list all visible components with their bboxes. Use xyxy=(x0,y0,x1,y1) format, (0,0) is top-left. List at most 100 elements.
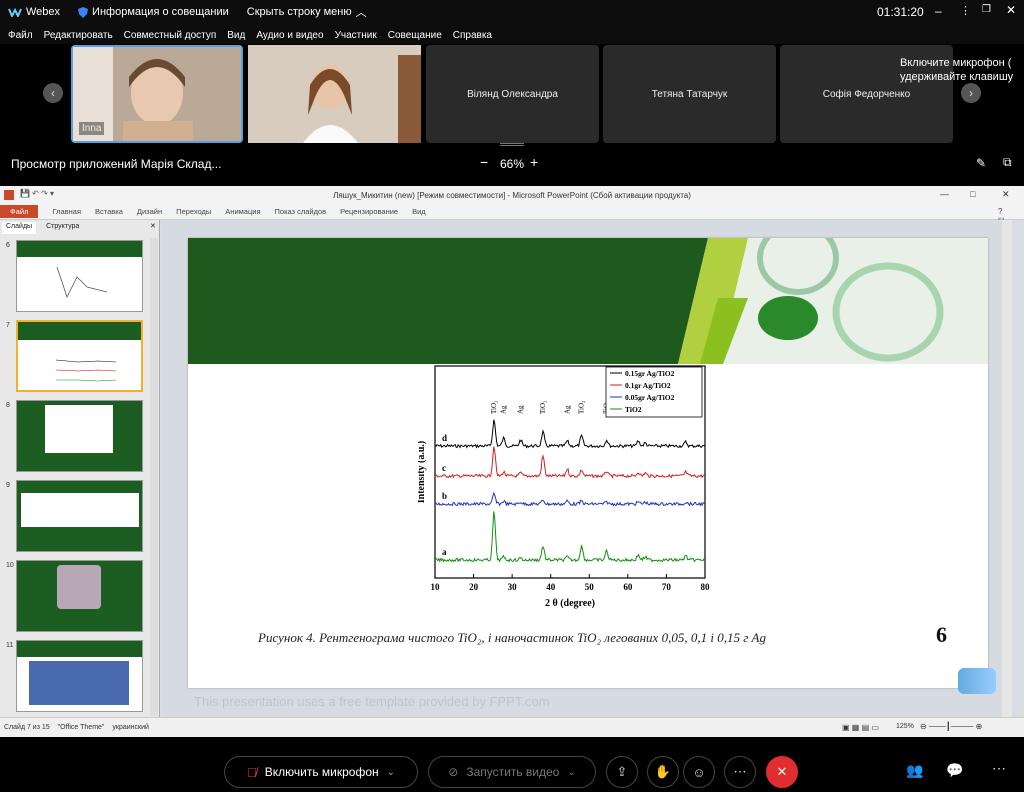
resize-handle[interactable] xyxy=(500,143,524,146)
series-label: c xyxy=(442,463,446,473)
zoom-out-button[interactable]: − xyxy=(480,154,488,170)
video-tile-self[interactable]: Inna xyxy=(71,45,243,143)
peak-label: TiO₂ xyxy=(578,400,586,414)
x-tick-label: 20 xyxy=(469,582,479,592)
minimize-icon[interactable]: – xyxy=(935,4,942,18)
unmute-button[interactable]: 🎙̸ Включить микрофон ⌄ xyxy=(224,756,418,788)
legend-entry: 0.15gr Ag/TiO2 xyxy=(625,369,675,378)
hide-menu-label: Скрыть строку меню xyxy=(246,6,352,18)
participants-icon[interactable]: 👥 xyxy=(906,762,923,779)
powerpoint-icon xyxy=(4,190,14,200)
menu-help[interactable]: Справка xyxy=(453,30,492,41)
share-button[interactable]: ⇪ xyxy=(606,756,638,788)
menu-share[interactable]: Совместный доступ xyxy=(124,30,217,41)
share-icon: ⇪ xyxy=(616,764,628,779)
close-icon[interactable]: ✕ xyxy=(1006,3,1016,17)
participant-video xyxy=(248,45,421,143)
menu-audio-video[interactable]: Аудио и видео xyxy=(256,30,323,41)
zoom-slider[interactable]: ⊖ ───┃──── ⊕ xyxy=(920,722,982,731)
slide-thumbnail[interactable] xyxy=(16,640,143,712)
start-video-button[interactable]: ⊘ Запустить видео ⌄ xyxy=(428,756,596,788)
chevron-down-icon[interactable]: ⌄ xyxy=(567,767,575,778)
participant-name: Вілянд Олександра xyxy=(467,88,558,100)
chat-icon[interactable]: 💬 xyxy=(946,762,963,779)
smile-icon: ☺ xyxy=(692,764,706,780)
more-icon: ⋯ xyxy=(733,764,747,779)
chevron-down-icon[interactable]: ⌄ xyxy=(387,767,395,778)
slide-thumbnail[interactable] xyxy=(16,240,143,312)
more-panels-icon[interactable]: ⋯ xyxy=(992,760,1006,777)
ribbon-tab-transitions[interactable]: Переходы xyxy=(176,207,211,216)
menu-meeting[interactable]: Совещание xyxy=(388,30,442,41)
ribbon-tab-design[interactable]: Дизайн xyxy=(137,207,162,216)
ppt-maximize-icon[interactable]: □ xyxy=(970,189,975,199)
next-page-button[interactable]: › xyxy=(961,83,981,103)
template-watermark: This presentation uses a free template p… xyxy=(194,694,550,709)
ribbon-tab-view[interactable]: Вид xyxy=(412,207,426,216)
ribbon-tab-home[interactable]: Главная xyxy=(52,207,81,216)
slide-thumbnail[interactable] xyxy=(16,560,143,632)
annotate-icon[interactable]: ✎ xyxy=(976,156,986,170)
pane-close-icon[interactable]: ✕ xyxy=(150,222,156,230)
video-tile-2[interactable] xyxy=(248,45,421,143)
current-slide: 10 20 30 40 50 60 70 80 2 θ (degree) Intensity (a… xyxy=(188,238,988,688)
status-zoom: 125% xyxy=(896,723,914,730)
participant-name: Софія Федорченко xyxy=(822,88,911,100)
ppt-minimize-icon[interactable]: — xyxy=(940,189,949,199)
x-tick-label: 50 xyxy=(585,582,595,592)
chevron-up-icon: ︿ xyxy=(355,7,367,19)
more-icon[interactable]: ⋮ xyxy=(960,4,971,17)
viewing-label: Просмотр приложений Марія Склад... xyxy=(11,157,222,171)
x-tick-label: 30 xyxy=(508,582,518,592)
quick-access-icons[interactable]: 💾 ↶ ↷ ▾ xyxy=(20,189,54,198)
slide-banner xyxy=(188,238,988,364)
video-tile-4[interactable]: Тетяна Татарчук xyxy=(603,45,776,143)
meeting-info-button[interactable]: Информация о совещании xyxy=(78,6,229,18)
slide-thumbnail-selected[interactable] xyxy=(16,320,143,392)
y-axis-label: Intensity (a.u.) xyxy=(418,441,427,504)
peak-label: Ag xyxy=(563,405,571,414)
peak-label: TiO₂ xyxy=(539,400,547,414)
ribbon-tab-animation[interactable]: Анимация xyxy=(225,207,260,216)
tab-slides[interactable]: Слайды xyxy=(2,222,37,234)
zoom-in-button[interactable]: + xyxy=(530,154,538,170)
peak-label: Ag xyxy=(500,405,508,414)
video-tile-3[interactable]: Вілянд Олександра xyxy=(426,45,599,143)
ribbon-tab-review[interactable]: Рецензирование xyxy=(340,207,398,216)
hand-icon: ✋ xyxy=(654,764,672,779)
restore-icon[interactable]: ❐ xyxy=(982,4,991,15)
tab-outline[interactable]: Структура xyxy=(42,222,83,234)
thumb-chart xyxy=(56,266,108,299)
start-video-label: Запустить видео xyxy=(466,765,560,779)
ppt-close-icon[interactable]: ✕ xyxy=(1002,189,1010,200)
pane-scrollbar[interactable] xyxy=(150,238,158,716)
slide-number: 11 xyxy=(6,642,14,649)
ribbon-tab-slideshow[interactable]: Показ слайдов xyxy=(275,207,327,216)
slide-scrollbar[interactable] xyxy=(1002,220,1012,717)
status-slide: Слайд 7 из 15 xyxy=(4,724,50,731)
series-label: b xyxy=(442,491,447,501)
unmute-label: Включить микрофон xyxy=(264,765,379,779)
figure-caption: Рисунок 4. Рентгенограма чистого TiO₂, і… xyxy=(258,630,766,645)
menu-file[interactable]: Файл xyxy=(8,30,33,41)
mic-notice-line2: удерживайте клавишу xyxy=(900,71,1014,83)
leave-button[interactable]: ✕ xyxy=(766,756,798,788)
popout-icon[interactable]: ⧉ xyxy=(1003,155,1012,170)
raise-hand-button[interactable]: ✋ xyxy=(647,756,679,788)
prev-page-button[interactable]: ‹ xyxy=(43,83,63,103)
chevron-left-icon: ‹ xyxy=(51,86,55,100)
thumb-chart xyxy=(55,359,117,382)
slide-thumbnail[interactable] xyxy=(16,480,143,552)
reactions-button[interactable]: ☺ xyxy=(683,756,715,788)
ribbon-tab-file[interactable]: Файл xyxy=(0,205,39,218)
menu-participant[interactable]: Участник xyxy=(335,30,377,41)
xrd-chart: 10 20 30 40 50 60 70 80 2 θ (degree) Intensity (a… xyxy=(418,365,710,609)
x-tick-label: 60 xyxy=(623,582,633,592)
menu-view[interactable]: Вид xyxy=(227,30,245,41)
slide-thumbnail[interactable] xyxy=(16,400,143,472)
view-buttons[interactable]: ▣ ▦ ▤ ▭ xyxy=(842,723,879,732)
ribbon-tab-insert[interactable]: Вставка xyxy=(95,207,123,216)
more-options-button[interactable]: ⋯ xyxy=(724,756,756,788)
menu-edit[interactable]: Редактировать xyxy=(44,30,113,41)
hide-menu-button[interactable]: Скрыть строку меню ︿ xyxy=(247,4,367,20)
